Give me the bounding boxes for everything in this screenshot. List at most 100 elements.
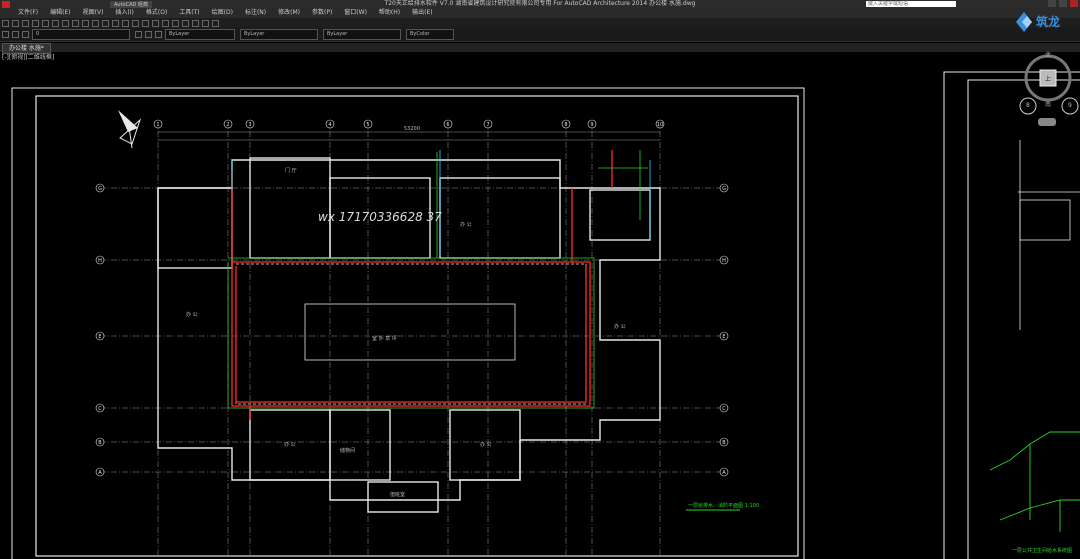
compass-icon (1019, 54, 1079, 126)
axis-bubble-9: 9 (1068, 102, 1072, 109)
color-value: ByLayer (169, 31, 190, 37)
room-label: 办 公 (186, 311, 198, 318)
grid-lines-vertical (157, 120, 661, 556)
axis-bubble-label: 9 (590, 122, 593, 128)
axis-bubble-label: A (98, 470, 102, 476)
menu-item[interactable]: 窗口(W) (344, 8, 367, 18)
menu-item[interactable]: 格式(O) (146, 8, 167, 18)
open-icon[interactable] (12, 19, 19, 27)
axis-bubble-label: G (722, 186, 726, 192)
axis-bubble-label: 10 (657, 122, 663, 128)
design-center-icon[interactable] (162, 19, 169, 27)
room-label: 室 外 草 坪 (372, 335, 397, 342)
lawn-area (304, 303, 516, 361)
room-label: 门 厅 (285, 167, 297, 174)
zoom-previous-icon[interactable] (142, 19, 149, 27)
axis-bubble-label: 4 (328, 122, 331, 128)
tool-palette-icon[interactable] (172, 19, 179, 27)
menu-item[interactable]: 修改(M) (278, 8, 300, 18)
cut-icon[interactable] (52, 19, 59, 27)
properties-icon[interactable] (152, 19, 159, 27)
viewcube[interactable]: 北 南 上 8 9 (1016, 50, 1080, 130)
layer-previous-icon[interactable] (145, 31, 152, 38)
sheet-frame-right (943, 71, 1080, 559)
window-controls (1048, 0, 1078, 8)
fire-pipe-loop (231, 150, 613, 420)
menu-item[interactable]: 绘图(D) (212, 8, 233, 18)
right-sheet-plan (1018, 140, 1080, 330)
standard-toolbar (0, 18, 1080, 28)
new-icon[interactable] (2, 19, 9, 27)
courtyard-outline (235, 263, 587, 405)
axis-bubble-label: B (98, 440, 102, 446)
viewcube-top[interactable]: 上 (1045, 74, 1051, 83)
layer-value: 0 (36, 31, 40, 37)
linetype-value: ByLayer (244, 31, 265, 37)
drawing-caption: 一层给排水、消防平面图 1:100 (688, 502, 759, 509)
room-label: 办 公 (480, 441, 492, 448)
layer-manager-icon[interactable] (2, 31, 9, 38)
axis-bubble-label: 6 (446, 122, 449, 128)
room-label: 办 公 (614, 323, 626, 330)
layer-state-icon[interactable] (12, 31, 19, 38)
menu-item[interactable]: 输出(E) (412, 8, 432, 18)
make-current-icon[interactable] (135, 31, 142, 38)
paste-icon[interactable] (72, 19, 79, 27)
menu-item[interactable]: 插入(I) (115, 8, 133, 18)
menu-item[interactable]: 视图(V) (83, 8, 104, 18)
layer-select[interactable]: 0 (32, 29, 130, 40)
menu-item[interactable]: 标注(N) (245, 8, 266, 18)
menu-item[interactable]: 文件(F) (18, 8, 38, 18)
sheet-frame (11, 87, 805, 559)
print-icon[interactable] (32, 19, 39, 27)
match-icon[interactable] (82, 19, 89, 27)
viewcube-north[interactable]: 北 (1045, 50, 1051, 59)
model-space-canvas[interactable]: 1 2 3 4 5 6 7 8 9 10 G G H H E E C C B B A A 53200 (0, 60, 1080, 559)
axis-bubble-label: G (98, 186, 102, 192)
lineweight-select[interactable]: ByLayer (323, 29, 401, 40)
layer-freeze-icon[interactable] (22, 31, 29, 38)
calc-icon[interactable] (202, 19, 209, 27)
document-tab-bar: 办公楼 水施* (0, 43, 1080, 54)
help-icon[interactable] (212, 19, 219, 27)
axis-bubble-label: 5 (366, 122, 369, 128)
zoom-icon[interactable] (122, 19, 129, 27)
maximize-button[interactable] (1059, 0, 1067, 7)
axis-bubble-label: H (98, 258, 102, 264)
color-select[interactable]: ByLayer (165, 29, 235, 40)
total-dim-label: 53200 (404, 126, 420, 132)
minimize-button[interactable] (1048, 0, 1056, 7)
room-label: 储物间 (340, 447, 355, 454)
redo-icon[interactable] (102, 19, 109, 27)
grid-lines-horizontal (100, 187, 724, 473)
save-icon[interactable] (22, 19, 29, 27)
zoom-window-icon[interactable] (132, 19, 139, 27)
copy-icon[interactable] (62, 19, 69, 27)
layers-properties-toolbar: 0 ByLayer ByLayer ByLayer ByColor (0, 28, 1080, 42)
linetype-select[interactable]: ByLayer (240, 29, 318, 40)
plotstyle-value: ByColor (410, 31, 430, 37)
axis-bubble-label: E (98, 334, 101, 340)
search-input[interactable]: 键入关键字或短语 (866, 1, 956, 7)
menu-item[interactable]: 帮助(H) (379, 8, 400, 18)
close-button[interactable] (1070, 0, 1078, 7)
title-frame-right (967, 79, 1080, 559)
axis-bubble-label: 8 (564, 122, 567, 128)
menu-item[interactable]: 参数(P) (312, 8, 332, 18)
lineweight-value: ByLayer (327, 31, 348, 37)
menu-item[interactable]: 工具(T) (179, 8, 199, 18)
sheet-set-icon[interactable] (182, 19, 189, 27)
plotstyle-select[interactable]: ByColor (406, 29, 454, 40)
axis-bubble-label: 7 (486, 122, 489, 128)
axis-bubble-label: H (722, 258, 726, 264)
axis-bubbles-left: G G H H E E C C B B A A (95, 183, 729, 477)
markup-icon[interactable] (192, 19, 199, 27)
viewcube-south[interactable]: 南 (1045, 99, 1051, 108)
layer-match-icon[interactable] (155, 31, 162, 38)
axis-bubble-label: E (722, 334, 725, 340)
pan-icon[interactable] (112, 19, 119, 27)
menu-item[interactable]: 编辑(E) (50, 8, 70, 18)
undo-icon[interactable] (92, 19, 99, 27)
preview-icon[interactable] (42, 19, 49, 27)
north-arrow-icon (118, 110, 142, 149)
